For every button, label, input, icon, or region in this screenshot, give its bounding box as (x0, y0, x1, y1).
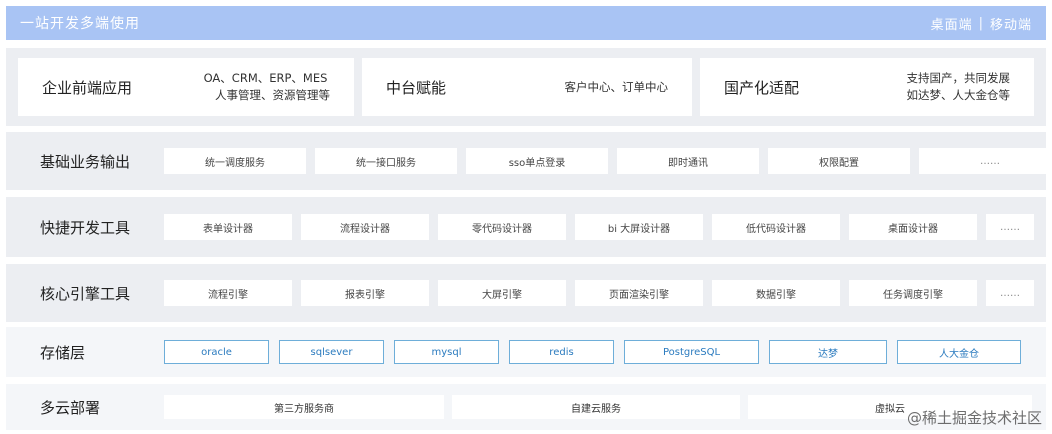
app-desc-line: 如达梦、人大金仓等 (906, 88, 1011, 102)
desktop-label: 桌面端 (930, 17, 973, 33)
cloud-chip: 自建云服务 (452, 395, 740, 419)
db-chip: redis (509, 340, 614, 364)
db-chip: oracle (164, 340, 269, 364)
basic-services-layer: 基础业务输出 统一调度服务 统一接口服务 sso单点登录 即时通讯 权限配置 …… (6, 132, 1052, 190)
service-chip: 权限配置 (768, 148, 910, 174)
tool-chip: 桌面设计器 (849, 214, 977, 240)
storage-layer: 存储层 oracle sqlsever mysql redis PostgreS… (6, 327, 1046, 377)
engine-layer: 核心引擎工具 流程引擎 报表引擎 大屏引擎 页面渲染引擎 数据引擎 任务调度引擎… (6, 264, 1046, 322)
app-card-localization: 国产化适配 支持国产，共同发展 如达梦、人大金仓等 (700, 58, 1034, 116)
app-card-enterprise: 企业前端应用 OA、CRM、ERP、MES 人事管理、资源管理等 (18, 58, 354, 116)
engine-chip: 流程引擎 (164, 280, 292, 306)
db-chip: PostgreSQL (624, 340, 759, 364)
banner-title: 一站开发多端使用 (20, 16, 140, 32)
layer-label: 快捷开发工具 (40, 218, 131, 237)
service-chip: 统一接口服务 (315, 148, 457, 174)
service-chip: 即时通讯 (617, 148, 759, 174)
app-desc-line: 客户中心、订单中心 (564, 79, 669, 94)
app-description: 客户中心、订单中心 (565, 79, 669, 96)
service-chip: sso单点登录 (466, 148, 608, 174)
dev-tools-layer: 快捷开发工具 表单设计器 流程设计器 零代码设计器 bi 大屏设计器 低代码设计… (6, 197, 1046, 257)
mobile-label: 移动端 (989, 17, 1032, 33)
service-chip-more: …… (919, 148, 1052, 174)
watermark: @稀土掘金技术社区 (906, 409, 1042, 427)
storage-list: oracle sqlsever mysql redis PostgreSQL 达… (164, 340, 1046, 364)
engine-list: 流程引擎 报表引擎 大屏引擎 页面渲染引擎 数据引擎 任务调度引擎 …… (164, 280, 1046, 306)
engine-chip-more: …… (986, 280, 1034, 306)
app-title: 企业前端应用 (42, 78, 133, 97)
basic-services-list: 统一调度服务 统一接口服务 sso单点登录 即时通讯 权限配置 …… (164, 148, 1052, 174)
db-chip: 达梦 (769, 340, 887, 364)
layer-label: 核心引擎工具 (40, 284, 131, 303)
platform-labels: 桌面端 | 移动端 (931, 14, 1032, 33)
app-title: 国产化适配 (724, 78, 800, 97)
layer-label: 基础业务输出 (40, 152, 131, 171)
engine-chip: 报表引擎 (301, 280, 429, 306)
platform-separator: | (978, 15, 984, 31)
app-title: 中台赋能 (386, 78, 447, 97)
app-description: 支持国产，共同发展 如达梦、人大金仓等 (907, 70, 1011, 104)
dev-tools-list: 表单设计器 流程设计器 零代码设计器 bi 大屏设计器 低代码设计器 桌面设计器… (164, 214, 1046, 240)
cloud-chip: 第三方服务商 (164, 395, 444, 419)
db-chip: sqlsever (279, 340, 384, 364)
cloud-deploy-layer: 多云部署 第三方服务商 自建云服务 虚拟云 (6, 384, 1046, 430)
tool-chip: bi 大屏设计器 (575, 214, 703, 240)
app-desc-line: 支持国产，共同发展 (906, 71, 1011, 85)
service-chip: 统一调度服务 (164, 148, 306, 174)
engine-chip: 大屏引擎 (438, 280, 566, 306)
tool-chip: 流程设计器 (301, 214, 429, 240)
db-chip: 人大金仓 (897, 340, 1021, 364)
layer-label: 存储层 (40, 343, 86, 362)
app-desc-line: OA、CRM、ERP、MES (203, 71, 328, 85)
app-description: OA、CRM、ERP、MES 人事管理、资源管理等 (201, 70, 330, 104)
app-desc-line: 人事管理、资源管理等 (215, 88, 330, 102)
layer-label: 多云部署 (40, 398, 101, 417)
tool-chip-more: …… (986, 214, 1034, 240)
tool-chip: 零代码设计器 (438, 214, 566, 240)
top-banner: 一站开发多端使用 桌面端 | 移动端 (6, 6, 1046, 40)
application-layer: 企业前端应用 OA、CRM、ERP、MES 人事管理、资源管理等 中台赋能 客户… (6, 48, 1046, 126)
engine-chip: 页面渲染引擎 (575, 280, 703, 306)
engine-chip: 数据引擎 (712, 280, 840, 306)
db-chip: mysql (394, 340, 499, 364)
engine-chip: 任务调度引擎 (849, 280, 977, 306)
tool-chip: 低代码设计器 (712, 214, 840, 240)
tool-chip: 表单设计器 (164, 214, 292, 240)
app-card-middle-platform: 中台赋能 客户中心、订单中心 (362, 58, 692, 116)
